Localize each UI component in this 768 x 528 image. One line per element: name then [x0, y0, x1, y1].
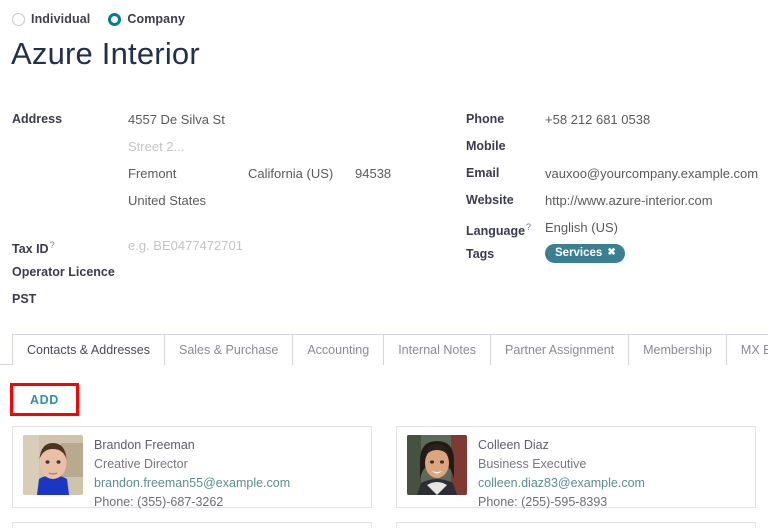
contact-role: Business Executive — [478, 455, 645, 473]
tab-internal-notes[interactable]: Internal Notes — [383, 334, 491, 365]
field-website: Website http://www.azure-interior.com — [466, 191, 768, 218]
mobile-label: Mobile — [466, 137, 545, 156]
field-address-street2: Street 2... — [12, 137, 452, 164]
contact-card[interactable]: Brandon Freeman Creative Director brando… — [12, 426, 372, 508]
contact-phone: Phone: (355)-687-3262 — [94, 493, 290, 511]
add-contact-button[interactable]: ADD — [13, 386, 76, 413]
contact-card[interactable]: Colleen Diaz Business Executive colleen.… — [396, 426, 756, 508]
form-column-left: Address 4557 De Silva St Street 2... Fre… — [12, 110, 452, 317]
avatar — [407, 435, 467, 495]
radio-individual-label: Individual — [31, 12, 90, 26]
website-label: Website — [466, 191, 545, 210]
tax-id-input[interactable]: e.g. BE0477472701 — [128, 236, 243, 255]
radio-option-company[interactable]: Company — [108, 12, 185, 26]
radio-individual-icon[interactable] — [12, 13, 25, 26]
tag-chip-services[interactable]: Services ✖ — [545, 244, 625, 263]
phone-label: Phone — [466, 110, 545, 129]
field-tags: Tags Services ✖ — [466, 245, 768, 272]
notebook-tabs-bar: Contacts & Addresses Sales & Purchase Ac… — [0, 334, 768, 365]
contact-card[interactable] — [396, 522, 756, 528]
field-language: Language? English (US) — [466, 218, 768, 245]
tab-accounting[interactable]: Accounting — [292, 334, 384, 365]
contact-role: Creative Director — [94, 455, 290, 473]
contacts-card-grid: Brandon Freeman Creative Director brando… — [0, 426, 768, 508]
email-label: Email — [466, 164, 545, 183]
radio-option-individual[interactable]: Individual — [12, 12, 90, 26]
address-state-value[interactable]: California (US) — [248, 164, 355, 183]
language-help-icon[interactable]: ? — [526, 222, 531, 232]
email-value[interactable]: vauxoo@yourcompany.example.com — [545, 164, 758, 183]
address-street2-input[interactable]: Street 2... — [128, 137, 184, 156]
field-address-street: Address 4557 De Silva St — [12, 110, 452, 137]
avatar — [23, 435, 83, 495]
field-email: Email vauxoo@yourcompany.example.com — [466, 164, 768, 191]
website-value[interactable]: http://www.azure-interior.com — [545, 191, 713, 210]
address-label: Address — [12, 110, 128, 129]
operator-licence-label: Operator Licence — [12, 263, 128, 282]
contact-card-body: Brandon Freeman Creative Director brando… — [94, 435, 290, 499]
language-label: Language? — [466, 218, 545, 241]
contact-name: Colleen Diaz — [478, 436, 645, 454]
partner-type-radio-group: Individual Company — [12, 12, 185, 26]
address-country-value[interactable]: United States — [128, 191, 206, 210]
field-pst: PST — [12, 290, 452, 317]
language-value[interactable]: English (US) — [545, 218, 618, 237]
tab-partner-assignment[interactable]: Partner Assignment — [490, 334, 629, 365]
avatar-female-icon — [407, 435, 467, 495]
contact-card[interactable] — [12, 522, 372, 528]
tags-label: Tags — [466, 245, 545, 264]
form-column-right: Phone +58 212 681 0538 Mobile Email vaux… — [466, 110, 768, 272]
page-title[interactable]: Azure Interior — [11, 34, 200, 74]
contact-card-slot — [0, 522, 384, 528]
contacts-card-grid-next-row — [0, 522, 768, 528]
contact-email[interactable]: brandon.freeman55@example.com — [94, 474, 290, 492]
contact-card-body: Colleen Diaz Business Executive colleen.… — [478, 435, 645, 499]
address-street-value[interactable]: 4557 De Silva St — [128, 110, 225, 129]
field-address-city-state-zip: Fremont California (US) 94538 — [12, 164, 452, 191]
contact-email[interactable]: colleen.diaz83@example.com — [478, 474, 645, 492]
field-mobile: Mobile — [466, 137, 768, 164]
tab-sales-purchase[interactable]: Sales & Purchase — [164, 334, 293, 365]
language-label-text: Language — [466, 224, 525, 238]
field-phone: Phone +58 212 681 0538 — [466, 110, 768, 137]
field-tax-id: Tax ID? e.g. BE0477472701 — [12, 236, 452, 263]
contact-name: Brandon Freeman — [94, 436, 290, 454]
tab-mx-edi[interactable]: MX EDI — [726, 334, 768, 365]
contact-card-slot: Brandon Freeman Creative Director brando… — [0, 426, 384, 508]
tab-membership[interactable]: Membership — [628, 334, 727, 365]
address-zip-value[interactable]: 94538 — [355, 164, 391, 183]
tax-id-help-icon[interactable]: ? — [50, 240, 55, 250]
tax-id-label-text: Tax ID — [12, 242, 49, 256]
radio-company-icon[interactable] — [108, 13, 121, 26]
contact-form-page: Individual Company Azure Interior Addres… — [0, 0, 768, 528]
pst-label: PST — [12, 290, 128, 309]
field-operator-licence: Operator Licence — [12, 263, 452, 290]
tag-label: Services — [555, 246, 602, 260]
address-city-value[interactable]: Fremont — [128, 164, 248, 183]
avatar-male-icon — [23, 435, 83, 495]
phone-value[interactable]: +58 212 681 0538 — [545, 110, 650, 129]
radio-company-label: Company — [127, 12, 185, 26]
notebook-tabs: Contacts & Addresses Sales & Purchase Ac… — [0, 334, 768, 365]
contact-phone: Phone: (255)-595-8393 — [478, 493, 645, 511]
tax-id-label: Tax ID? — [12, 236, 128, 259]
field-address-country: United States — [12, 191, 452, 218]
tag-remove-icon[interactable]: ✖ — [607, 246, 615, 260]
contact-card-slot: Colleen Diaz Business Executive colleen.… — [384, 426, 768, 508]
tab-contacts-addresses[interactable]: Contacts & Addresses — [12, 334, 165, 365]
contact-card-slot — [384, 522, 768, 528]
